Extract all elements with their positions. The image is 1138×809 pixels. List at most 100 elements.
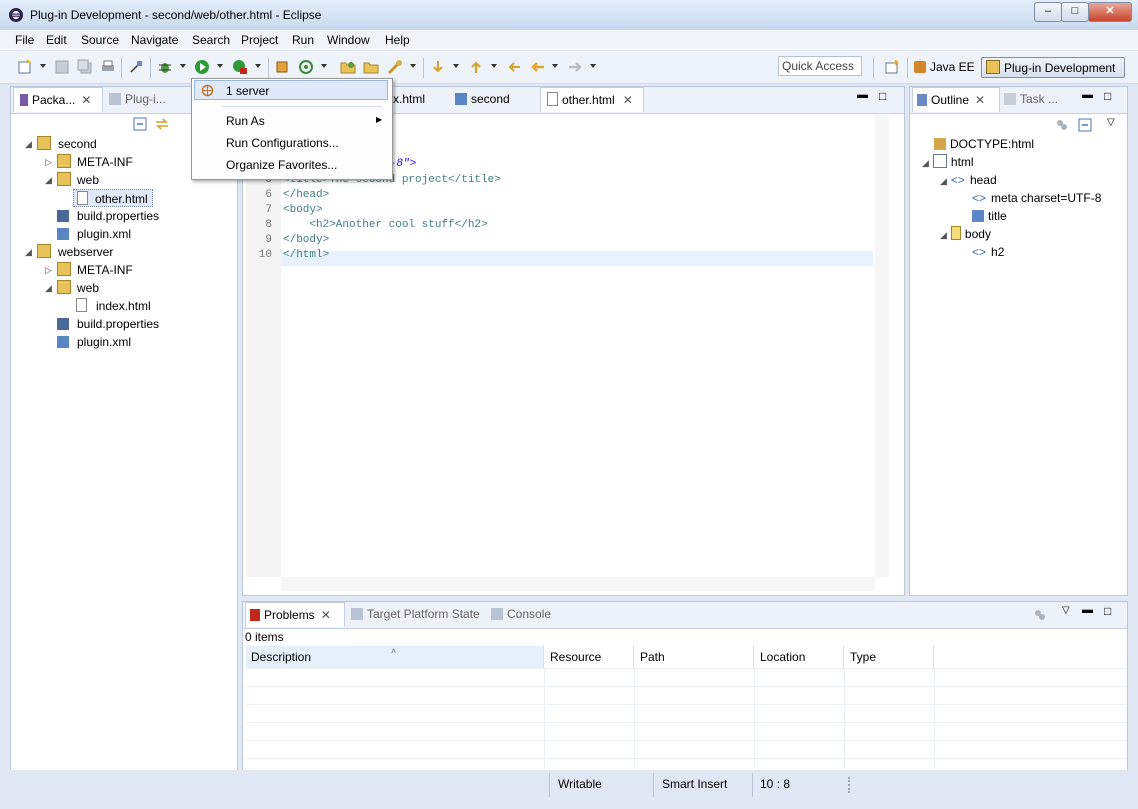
chevron-down-icon[interactable]: [552, 64, 558, 68]
tab-index-html[interactable]: x.html: [393, 87, 448, 112]
menu-project[interactable]: Project: [241, 33, 278, 47]
menu-item-organize-favorites[interactable]: Organize Favorites...: [226, 158, 337, 172]
menu-search[interactable]: Search: [192, 33, 230, 47]
search-icon[interactable]: [387, 59, 403, 75]
debug-icon[interactable]: [157, 59, 173, 75]
chevron-down-icon[interactable]: [217, 64, 223, 68]
close-icon[interactable]: ✕: [623, 93, 633, 107]
menu-window[interactable]: Window: [327, 33, 370, 47]
tree-item-other-html[interactable]: other.html: [73, 189, 153, 207]
maximize-icon[interactable]: □: [879, 89, 886, 103]
perspective-java-ee[interactable]: Java EE: [914, 57, 975, 78]
forward-icon[interactable]: [567, 59, 583, 75]
column-location[interactable]: Location: [755, 646, 844, 668]
run-external-tool-icon[interactable]: [232, 59, 248, 75]
maximize-icon[interactable]: □: [1104, 604, 1111, 618]
chevron-down-icon[interactable]: [491, 64, 497, 68]
toggle-mark-icon[interactable]: [128, 59, 144, 75]
tab-console[interactable]: Console: [491, 602, 561, 627]
code-line[interactable]: </head>: [283, 189, 329, 201]
code-line[interactable]: <h2>Another cool stuff</h2>: [283, 219, 487, 231]
horizontal-scrollbar[interactable]: [281, 577, 875, 591]
chevron-down-icon[interactable]: [255, 64, 261, 68]
refresh-icon[interactable]: [298, 59, 314, 75]
previous-annotation-icon[interactable]: [468, 59, 484, 75]
menu-navigate[interactable]: Navigate: [131, 33, 178, 47]
collapse-all-icon[interactable]: [1078, 118, 1092, 132]
code-line[interactable]: </body>: [283, 234, 329, 246]
chevron-down-icon[interactable]: [180, 64, 186, 68]
chevron-down-icon[interactable]: [321, 64, 327, 68]
expanded-arrow-icon[interactable]: ◢: [25, 135, 32, 153]
new-icon[interactable]: [17, 59, 33, 75]
chevron-down-icon[interactable]: [453, 64, 459, 68]
link-with-editor-icon[interactable]: [154, 117, 170, 131]
outline-item-h2[interactable]: <> h2: [972, 243, 1004, 261]
expanded-arrow-icon[interactable]: ◢: [25, 243, 32, 261]
expanded-arrow-icon[interactable]: ◢: [45, 171, 52, 189]
back-icon[interactable]: [530, 59, 546, 75]
menu-edit[interactable]: Edit: [46, 33, 67, 47]
minimize-icon[interactable]: ▬: [857, 89, 868, 101]
minimize-icon[interactable]: ▬: [1082, 89, 1093, 101]
tab-outline[interactable]: Outline ✕: [912, 87, 1000, 112]
tab-plugins[interactable]: Plug-i...: [109, 87, 199, 112]
column-type[interactable]: Type: [845, 646, 934, 668]
toggle-view-icon[interactable]: [1033, 608, 1047, 622]
close-icon[interactable]: ✕: [321, 608, 331, 622]
view-menu-icon[interactable]: ▽: [1107, 117, 1115, 128]
menu-item-1-server[interactable]: 1 server: [194, 80, 388, 100]
minimize-icon[interactable]: ▬: [1082, 604, 1093, 616]
open-perspective-icon[interactable]: [884, 59, 900, 75]
next-annotation-icon[interactable]: [430, 59, 446, 75]
outline-item-title[interactable]: title: [972, 207, 1007, 225]
outline-item-doctype[interactable]: DOCTYPE:html: [934, 135, 1034, 153]
collapsed-arrow-icon[interactable]: ▷: [45, 261, 52, 279]
collapse-all-icon[interactable]: [133, 117, 147, 131]
outline-item-html[interactable]: ◢ html: [922, 153, 974, 171]
close-icon[interactable]: ✕: [81, 93, 91, 107]
quick-access-input[interactable]: Quick Access: [778, 56, 862, 76]
save-all-icon[interactable]: [77, 59, 93, 75]
view-menu-icon[interactable]: ▽: [1062, 605, 1070, 616]
chevron-down-icon[interactable]: [40, 64, 46, 68]
vertical-scrollbar[interactable]: [875, 115, 889, 577]
last-edit-icon[interactable]: [506, 59, 522, 75]
open-folder-icon[interactable]: [363, 59, 379, 75]
maximize-button[interactable]: □: [1061, 2, 1089, 22]
menu-help[interactable]: Help: [385, 33, 410, 47]
minimize-button[interactable]: –: [1034, 2, 1062, 22]
toggle-view-icon[interactable]: [1055, 118, 1069, 132]
close-button[interactable]: ✕: [1088, 2, 1132, 22]
expanded-arrow-icon[interactable]: ◢: [940, 230, 947, 240]
menu-source[interactable]: Source: [81, 33, 119, 47]
tab-task-list[interactable]: Task ...: [1004, 87, 1074, 112]
menu-item-run-as[interactable]: Run As: [226, 114, 265, 128]
outline-item-meta[interactable]: <> meta charset=UTF-8: [972, 189, 1101, 207]
tab-target-platform-state[interactable]: Target Platform State: [351, 602, 487, 627]
perspective-plugin-development[interactable]: Plug-in Development: [981, 57, 1125, 78]
outline-item-body[interactable]: ◢ body: [940, 225, 991, 243]
tab-second[interactable]: second: [455, 87, 535, 112]
outline-item-head[interactable]: ◢ <> head: [940, 171, 997, 189]
expanded-arrow-icon[interactable]: ◢: [45, 279, 52, 297]
close-icon[interactable]: ✕: [975, 93, 985, 107]
menu-file[interactable]: File: [15, 33, 34, 47]
save-icon[interactable]: [54, 59, 70, 75]
tab-other-html[interactable]: other.html ✕: [540, 87, 644, 112]
open-type-icon[interactable]: [340, 59, 356, 75]
collapsed-arrow-icon[interactable]: ▷: [45, 153, 52, 171]
new-plugin-icon[interactable]: [274, 59, 290, 75]
run-icon[interactable]: [194, 59, 210, 75]
expanded-arrow-icon[interactable]: ◢: [940, 176, 947, 186]
column-path[interactable]: Path: [635, 646, 754, 668]
chevron-down-icon[interactable]: [410, 64, 416, 68]
chevron-down-icon[interactable]: [590, 64, 596, 68]
code-line[interactable]: </html>: [283, 249, 329, 261]
menu-item-run-configurations[interactable]: Run Configurations...: [226, 136, 339, 150]
print-icon[interactable]: [100, 59, 116, 75]
menu-run[interactable]: Run: [292, 33, 314, 47]
code-line[interactable]: <body>: [283, 204, 323, 216]
maximize-icon[interactable]: □: [1104, 89, 1111, 103]
column-resource[interactable]: Resource: [545, 646, 634, 668]
